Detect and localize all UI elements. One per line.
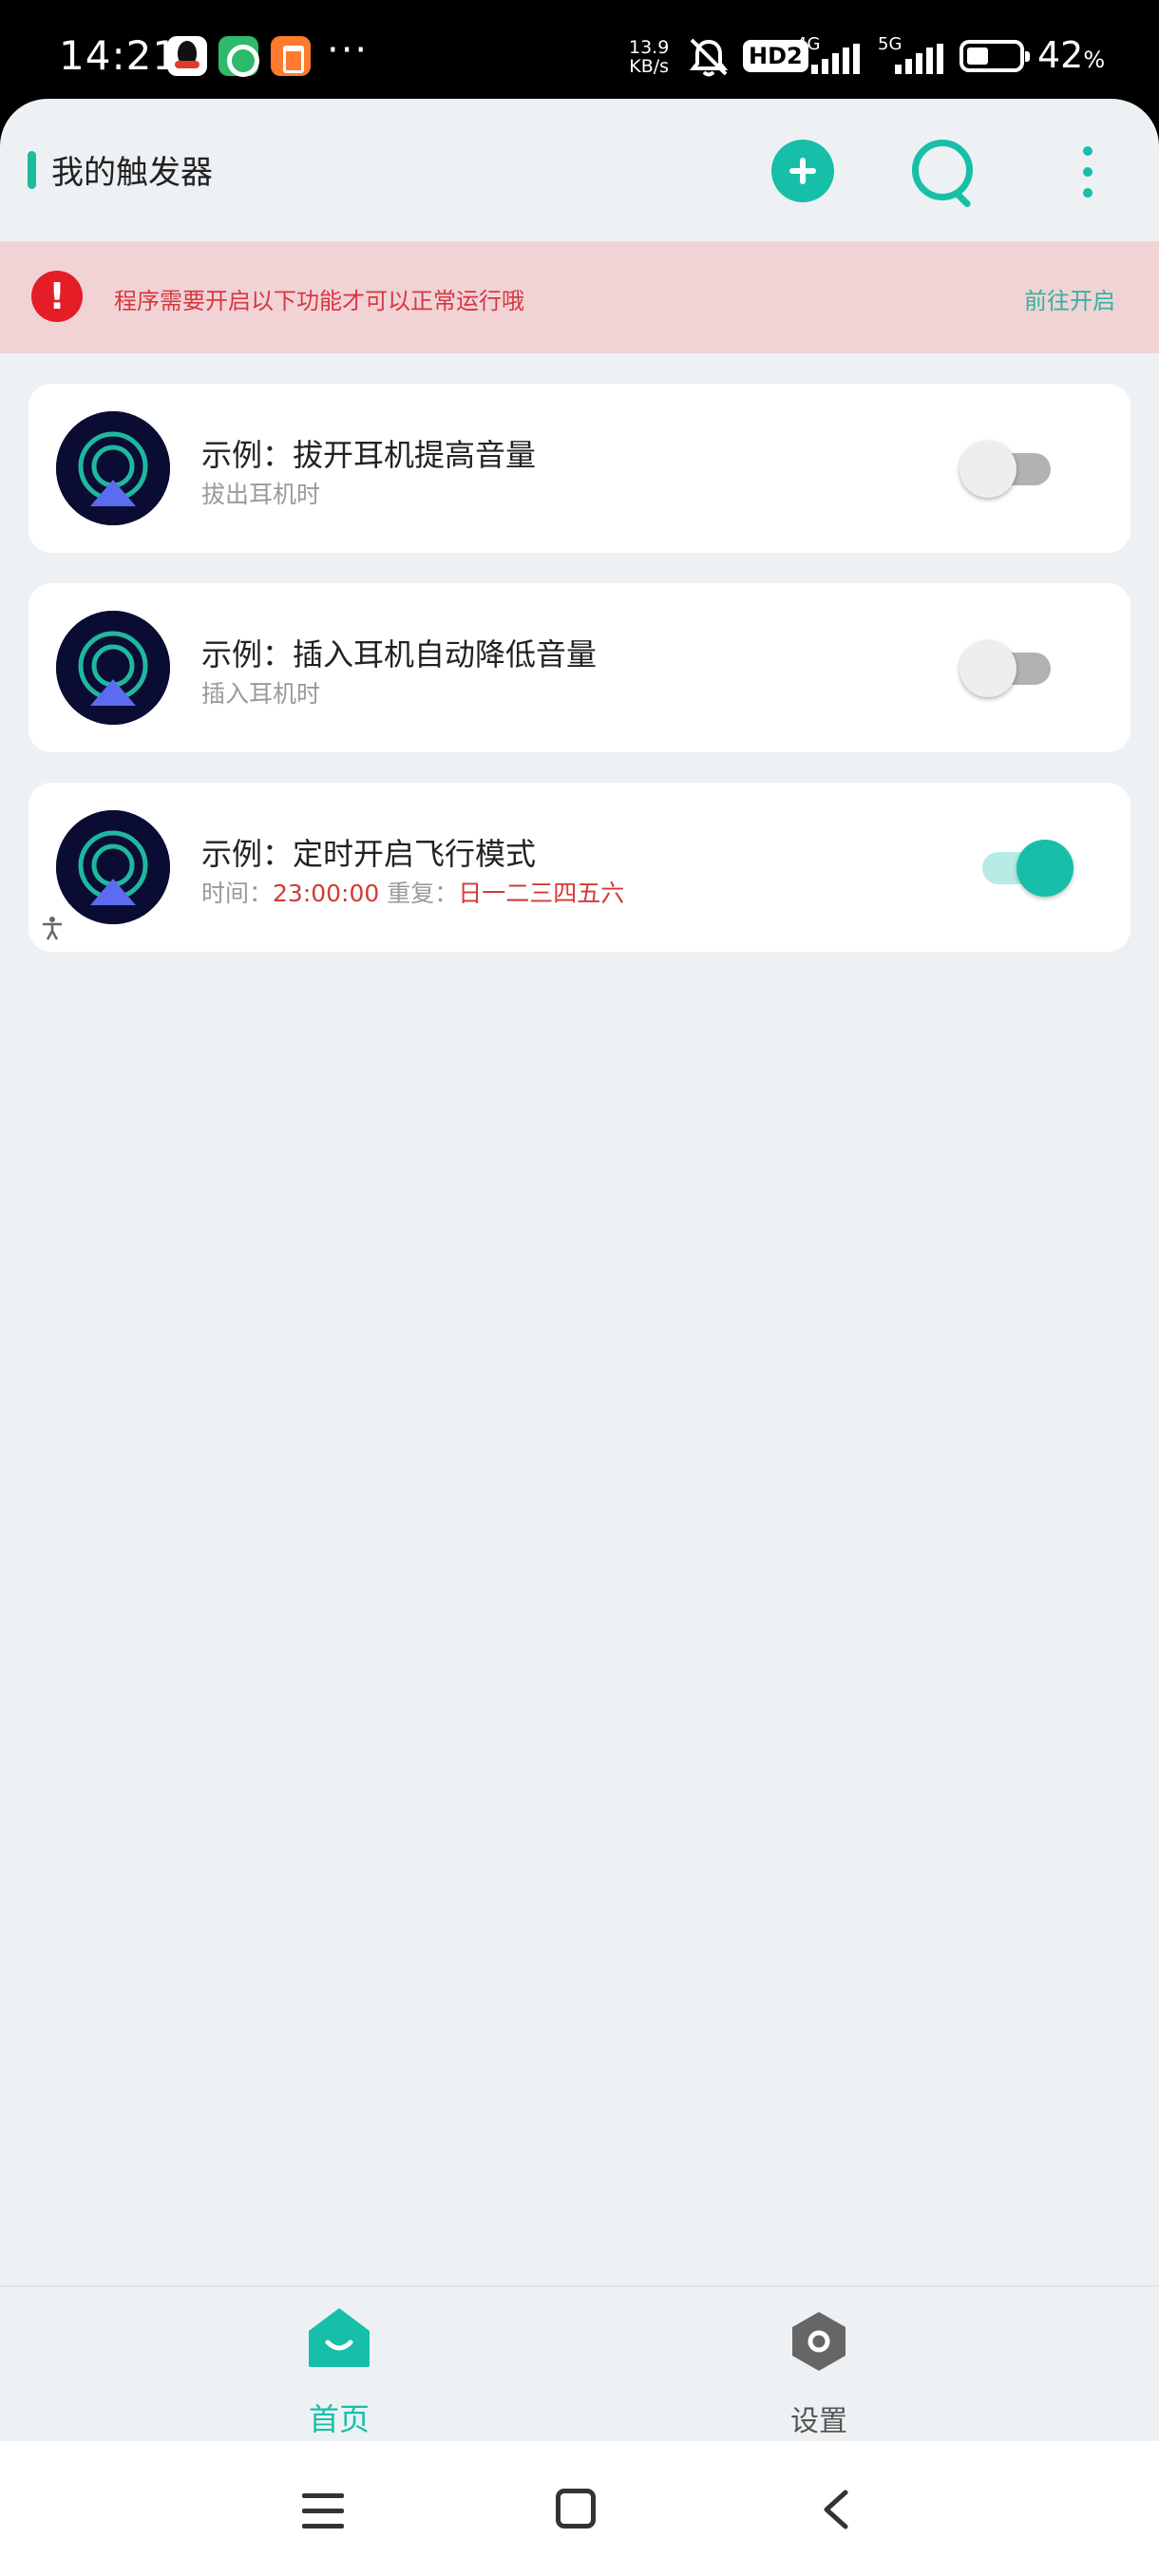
status-time: 14:21 — [59, 32, 180, 79]
app-screen: 我的触发器 ! 程序需要开启以下功能才可以正常运行哦 前往开启 示例：拔开耳机提… — [0, 99, 1159, 2441]
trigger-subtitle: 插入耳机时 — [201, 680, 321, 708]
settings-icon — [792, 2312, 846, 2371]
tab-home[interactable]: 首页 — [244, 2306, 434, 2439]
home-button[interactable] — [556, 2489, 596, 2529]
trigger-avatar-icon — [56, 810, 170, 924]
back-button[interactable] — [817, 2489, 855, 2530]
bottom-navigation: 首页 设置 — [0, 2285, 1159, 2441]
more-dot-icon — [1083, 146, 1092, 156]
trigger-subtitle: 时间：23:00:00 重复：日一二三四五六 — [201, 875, 624, 909]
permission-warning-banner: ! 程序需要开启以下功能才可以正常运行哦 前往开启 — [0, 241, 1159, 353]
repeat-value: 日一二三四五六 — [458, 880, 625, 907]
trigger-avatar-icon — [56, 411, 170, 525]
tab-settings[interactable]: 设置 — [724, 2306, 914, 2439]
time-label: 时间： — [201, 880, 274, 907]
add-trigger-button[interactable] — [771, 140, 834, 202]
go-enable-link[interactable]: 前往开启 — [1024, 282, 1115, 315]
more-options-button[interactable] — [1074, 144, 1102, 201]
trigger-subtitle: 拔出耳机时 — [201, 481, 321, 508]
trigger-title: 示例：插入耳机自动降低音量 — [201, 636, 598, 672]
repeat-label: 重复： — [387, 880, 459, 907]
accessibility-icon[interactable] — [40, 916, 65, 940]
network-speed-unit: KB/s — [629, 56, 670, 77]
system-navigation-bar — [0, 2441, 1159, 2576]
alert-icon: ! — [31, 271, 83, 322]
trigger-toggle[interactable] — [978, 839, 1074, 897]
signal-strength-icon — [811, 44, 860, 74]
app-notification-icon — [218, 36, 259, 77]
tab-home-label: 首页 — [308, 2401, 370, 2437]
trigger-card[interactable]: 示例：插入耳机自动降低音量 插入耳机时 — [28, 583, 1130, 752]
shopping-notification-icon — [271, 36, 311, 76]
title-accent-bar — [28, 151, 36, 189]
network-speed-value: 13.9 — [629, 37, 670, 58]
qq-notification-icon — [167, 36, 207, 76]
mute-bell-icon — [689, 38, 729, 77]
more-dot-icon — [1083, 188, 1092, 198]
trigger-title: 示例：定时开启飞行模式 — [201, 836, 537, 872]
trigger-card[interactable]: 示例：拔开耳机提高音量 拔出耳机时 — [28, 384, 1130, 553]
signal-strength-icon-2 — [895, 44, 943, 74]
more-dot-icon — [1083, 167, 1092, 177]
app-header: 我的触发器 — [0, 99, 1159, 241]
trigger-title: 示例：拔开耳机提高音量 — [201, 437, 537, 473]
trigger-toggle[interactable] — [960, 639, 1054, 697]
toggle-knob — [960, 441, 1016, 498]
trigger-toggle[interactable] — [960, 440, 1054, 498]
network-speed: 13.9 KB/s — [629, 38, 669, 76]
recent-apps-button[interactable] — [302, 2493, 344, 2529]
battery-percent: 42% — [1037, 34, 1106, 76]
page-title: 我的触发器 — [51, 154, 213, 192]
time-value: 23:00:00 — [273, 880, 380, 907]
tab-settings-label: 设置 — [790, 2405, 847, 2438]
toggle-knob — [960, 640, 1016, 697]
trigger-avatar-icon — [56, 611, 170, 725]
toggle-knob — [1016, 840, 1074, 897]
more-notifications-icon: ··· — [327, 28, 370, 72]
trigger-card[interactable]: 示例：定时开启飞行模式 时间：23:00:00 重复：日一二三四五六 — [28, 783, 1130, 952]
status-bar: 14:21 ··· 13.9 KB/s HD2 4G 5G 42% — [0, 0, 1159, 104]
warning-message: 程序需要开启以下功能才可以正常运行哦 — [114, 288, 524, 314]
search-button[interactable] — [912, 140, 978, 210]
home-icon — [309, 2308, 370, 2367]
battery-icon — [960, 40, 1030, 72]
